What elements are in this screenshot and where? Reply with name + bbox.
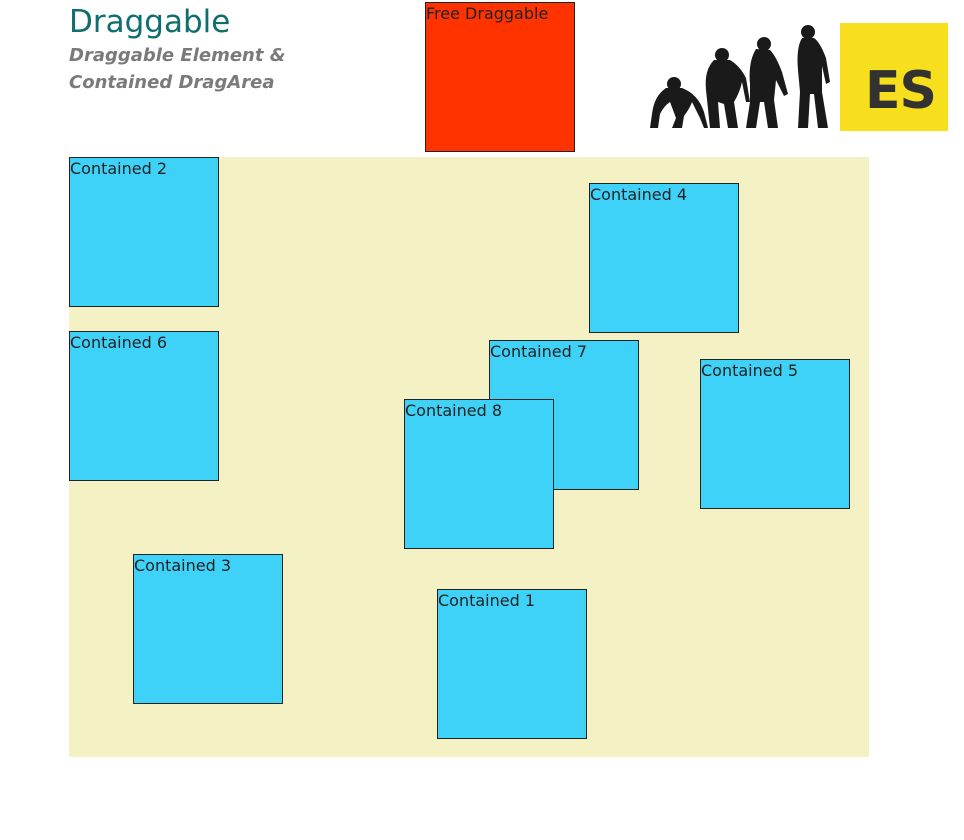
evolution-icon	[650, 25, 830, 128]
es-logo-icon: ES	[840, 23, 948, 131]
contained-box-2[interactable]: Contained 2	[69, 157, 219, 307]
contained-box-6[interactable]: Contained 6	[69, 331, 219, 481]
contained-box-4[interactable]: Contained 4	[589, 183, 739, 333]
subtitle-line-1: Draggable Element &	[69, 45, 286, 66]
contained-box-8[interactable]: Contained 8	[404, 399, 554, 549]
es-logo-text: ES	[865, 61, 937, 121]
free-draggable-box[interactable]: Free Draggable	[425, 2, 575, 152]
contained-box-5[interactable]: Contained 5	[700, 359, 850, 509]
subtitle-line-2: Contained DragArea	[69, 72, 275, 93]
page: Draggable Draggable Element & Contained …	[0, 0, 964, 840]
logo-group: ES	[646, 22, 948, 134]
contained-box-1[interactable]: Contained 1	[437, 589, 587, 739]
page-subtitle: Draggable Element & Contained DragArea	[69, 42, 309, 96]
contained-box-3[interactable]: Contained 3	[133, 554, 283, 704]
page-title: Draggable	[69, 4, 231, 40]
